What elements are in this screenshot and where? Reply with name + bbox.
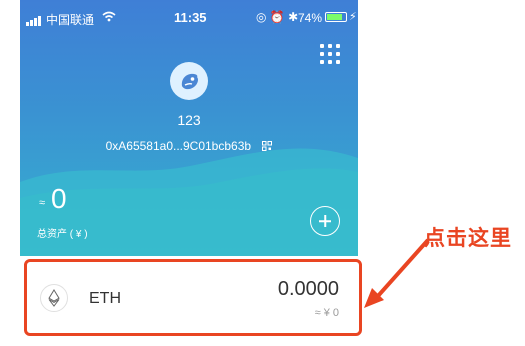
wifi-icon bbox=[102, 11, 116, 22]
balance-approx-sign: ≈ bbox=[39, 197, 46, 209]
bluetooth-icon: ✱ bbox=[288, 10, 299, 24]
battery-percent: 74% bbox=[298, 11, 323, 25]
callout-text: 点击这里 bbox=[424, 227, 512, 250]
wallet-avatar[interactable] bbox=[170, 62, 208, 100]
alarm-icon: ⏰ bbox=[269, 10, 285, 24]
grid-menu-icon[interactable] bbox=[320, 44, 340, 64]
token-balance: 0.0000 bbox=[277, 278, 339, 300]
status-bar: 中国联通 11:35 ◎ ⏰ ✱ 74% ⚡ bbox=[20, 0, 358, 36]
add-token-button[interactable] bbox=[310, 206, 340, 236]
clock: 11:35 bbox=[174, 10, 207, 25]
token-row-eth[interactable]: ETH 0.0000 ≈ ¥ 0 bbox=[24, 259, 362, 336]
eth-icon bbox=[40, 284, 68, 312]
wallet-address: 0xA65581a0...9C01bcb63b bbox=[105, 139, 252, 153]
total-assets-label: 总资产 ( ¥ ) bbox=[37, 229, 88, 240]
charging-icon: ⚡ bbox=[349, 11, 357, 23]
wallet-address-row[interactable]: 0xA65581a0...9C01bcb63b bbox=[20, 139, 358, 153]
token-symbol: ETH bbox=[89, 290, 121, 307]
qr-code-icon[interactable] bbox=[262, 141, 273, 151]
wallet-header: 中国联通 11:35 ◎ ⏰ ✱ 74% ⚡ 123 0xA65581a0...… bbox=[20, 0, 358, 256]
battery-icon bbox=[325, 12, 347, 22]
location-icon: ◎ bbox=[256, 10, 267, 24]
status-icons: ◎ ⏰ ✱ bbox=[256, 10, 298, 24]
signal-icon bbox=[26, 12, 42, 26]
total-balance: 0 bbox=[51, 183, 67, 214]
token-fiat-value: ≈ ¥ 0 bbox=[314, 307, 339, 319]
avatar-icon bbox=[181, 73, 198, 90]
carrier-name: 中国联通 bbox=[46, 13, 95, 27]
wallet-name: 123 bbox=[177, 112, 201, 128]
